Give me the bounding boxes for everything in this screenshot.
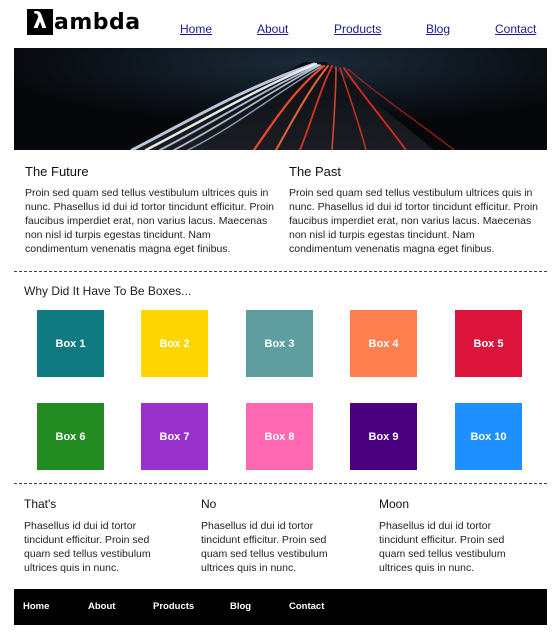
nav-link-about[interactable]: About [257, 22, 288, 36]
section-divider [14, 271, 547, 272]
site-header: λ ambda Home About Products Blog Contact [14, 0, 547, 48]
future-title: The Future [25, 164, 89, 179]
bottom-col-3-text: Phasellus id dui id tortor tincidunt eff… [379, 520, 506, 574]
footer-link-about[interactable]: About [88, 601, 115, 612]
footer-link-products[interactable]: Products [153, 601, 194, 612]
box-2: Box 2 [141, 310, 208, 377]
footer-link-contact[interactable]: Contact [289, 601, 324, 612]
site-footer: Home About Products Blog Contact [14, 589, 547, 625]
site-logo[interactable]: λ ambda [27, 8, 141, 36]
section-divider-2 [14, 483, 547, 484]
bottom-col-1-title: That's [24, 497, 57, 511]
box-9: Box 9 [350, 403, 417, 470]
box-6: Box 6 [37, 403, 104, 470]
hero-image [14, 48, 547, 150]
nav-link-blog[interactable]: Blog [426, 22, 450, 36]
footer-link-blog[interactable]: Blog [230, 601, 251, 612]
logo-text: ambda [54, 9, 141, 35]
box-10: Box 10 [455, 403, 522, 470]
future-text: Proin sed quam sed tellus vestibulum ult… [25, 187, 275, 255]
bottom-col-2-title: No [201, 497, 217, 511]
box-5: Box 5 [455, 310, 522, 377]
footer-link-home[interactable]: Home [23, 601, 49, 612]
nav-link-home[interactable]: Home [180, 22, 212, 36]
nav-link-contact[interactable]: Contact [495, 22, 536, 36]
lambda-logo-icon: λ [27, 9, 53, 35]
bottom-col-2-text: Phasellus id dui id tortor tincidunt eff… [201, 520, 328, 574]
boxes-section-title: Why Did It Have To Be Boxes... [24, 284, 192, 298]
box-4: Box 4 [350, 310, 417, 377]
box-1: Box 1 [37, 310, 104, 377]
nav-link-products[interactable]: Products [334, 22, 381, 36]
highway-light-trails-image [14, 48, 547, 150]
box-3: Box 3 [246, 310, 313, 377]
box-7: Box 7 [141, 403, 208, 470]
past-title: The Past [289, 164, 342, 179]
bottom-col-1-text: Phasellus id dui id tortor tincidunt eff… [24, 520, 151, 574]
bottom-col-3-title: Moon [379, 497, 410, 511]
past-text: Proin sed quam sed tellus vestibulum ult… [289, 187, 539, 255]
box-8: Box 8 [246, 403, 313, 470]
